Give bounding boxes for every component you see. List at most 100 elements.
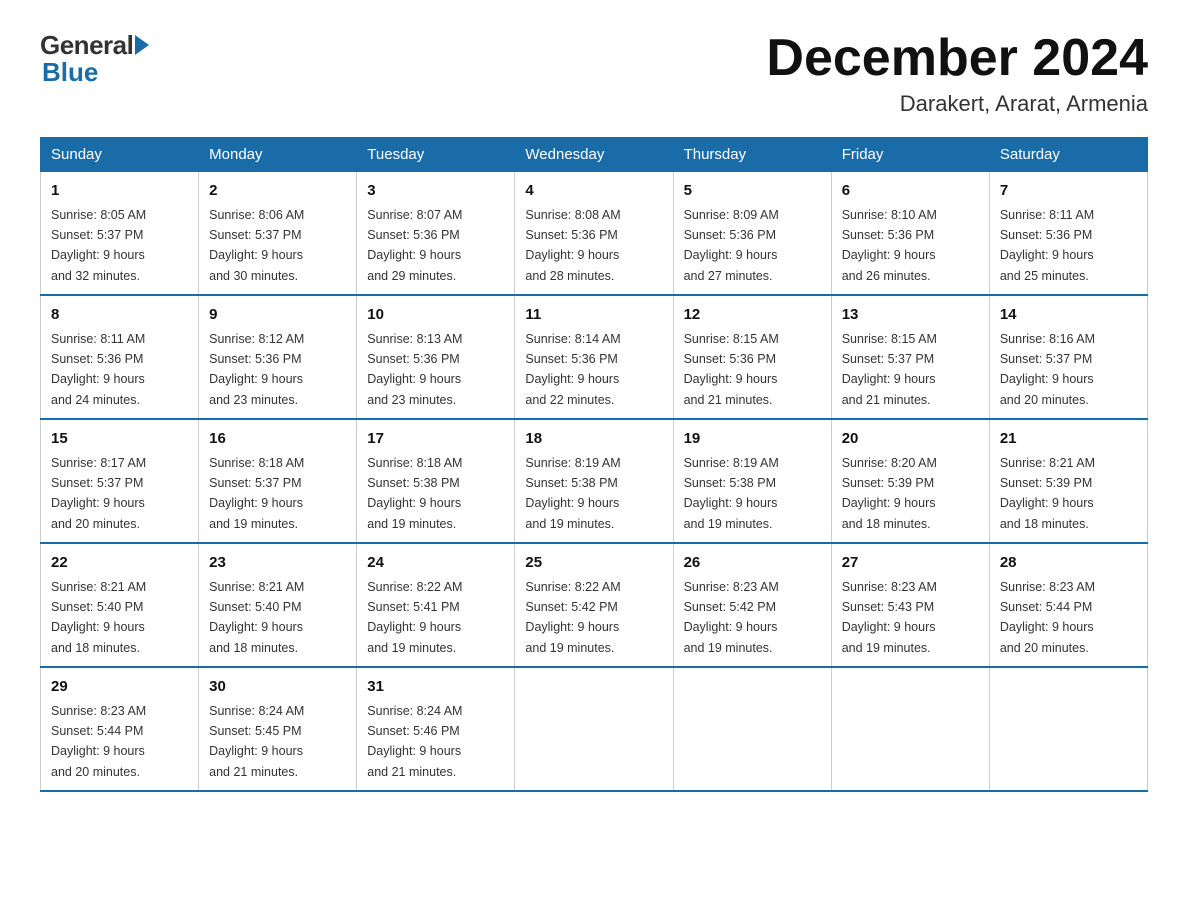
day-number: 19 (684, 428, 821, 451)
day-info: Sunrise: 8:23 AMSunset: 5:44 PMDaylight:… (51, 704, 146, 779)
calendar-week-row: 8 Sunrise: 8:11 AMSunset: 5:36 PMDayligh… (41, 295, 1148, 419)
day-info: Sunrise: 8:12 AMSunset: 5:36 PMDaylight:… (209, 332, 304, 407)
day-number: 25 (525, 552, 662, 575)
calendar-cell: 20 Sunrise: 8:20 AMSunset: 5:39 PMDaylig… (831, 419, 989, 543)
day-info: Sunrise: 8:13 AMSunset: 5:36 PMDaylight:… (367, 332, 462, 407)
day-number: 27 (842, 552, 979, 575)
calendar-cell: 29 Sunrise: 8:23 AMSunset: 5:44 PMDaylig… (41, 667, 199, 791)
day-number: 7 (1000, 180, 1137, 203)
day-info: Sunrise: 8:21 AMSunset: 5:40 PMDaylight:… (51, 580, 146, 655)
day-info: Sunrise: 8:24 AMSunset: 5:46 PMDaylight:… (367, 704, 462, 779)
day-info: Sunrise: 8:14 AMSunset: 5:36 PMDaylight:… (525, 332, 620, 407)
calendar-cell: 26 Sunrise: 8:23 AMSunset: 5:42 PMDaylig… (673, 543, 831, 667)
location-subtitle: Darakert, Ararat, Armenia (766, 91, 1148, 117)
day-info: Sunrise: 8:22 AMSunset: 5:42 PMDaylight:… (525, 580, 620, 655)
calendar-cell: 16 Sunrise: 8:18 AMSunset: 5:37 PMDaylig… (199, 419, 357, 543)
day-info: Sunrise: 8:15 AMSunset: 5:36 PMDaylight:… (684, 332, 779, 407)
calendar-cell: 22 Sunrise: 8:21 AMSunset: 5:40 PMDaylig… (41, 543, 199, 667)
day-number: 9 (209, 304, 346, 327)
logo-arrow-icon (135, 35, 149, 55)
header-wednesday: Wednesday (515, 138, 673, 172)
day-number: 2 (209, 180, 346, 203)
day-info: Sunrise: 8:23 AMSunset: 5:42 PMDaylight:… (684, 580, 779, 655)
calendar-cell: 27 Sunrise: 8:23 AMSunset: 5:43 PMDaylig… (831, 543, 989, 667)
calendar-header-row: SundayMondayTuesdayWednesdayThursdayFrid… (41, 138, 1148, 172)
calendar-cell: 21 Sunrise: 8:21 AMSunset: 5:39 PMDaylig… (989, 419, 1147, 543)
calendar-cell: 28 Sunrise: 8:23 AMSunset: 5:44 PMDaylig… (989, 543, 1147, 667)
calendar-cell: 17 Sunrise: 8:18 AMSunset: 5:38 PMDaylig… (357, 419, 515, 543)
calendar-cell: 15 Sunrise: 8:17 AMSunset: 5:37 PMDaylig… (41, 419, 199, 543)
day-number: 18 (525, 428, 662, 451)
day-info: Sunrise: 8:07 AMSunset: 5:36 PMDaylight:… (367, 208, 462, 283)
day-info: Sunrise: 8:23 AMSunset: 5:44 PMDaylight:… (1000, 580, 1095, 655)
day-number: 21 (1000, 428, 1137, 451)
day-number: 28 (1000, 552, 1137, 575)
calendar-cell: 10 Sunrise: 8:13 AMSunset: 5:36 PMDaylig… (357, 295, 515, 419)
day-info: Sunrise: 8:17 AMSunset: 5:37 PMDaylight:… (51, 456, 146, 531)
calendar-cell: 7 Sunrise: 8:11 AMSunset: 5:36 PMDayligh… (989, 172, 1147, 296)
page-header: General Blue December 2024 Darakert, Ara… (40, 30, 1148, 117)
calendar-cell: 14 Sunrise: 8:16 AMSunset: 5:37 PMDaylig… (989, 295, 1147, 419)
day-info: Sunrise: 8:18 AMSunset: 5:37 PMDaylight:… (209, 456, 304, 531)
day-number: 29 (51, 676, 188, 699)
day-info: Sunrise: 8:24 AMSunset: 5:45 PMDaylight:… (209, 704, 304, 779)
calendar-cell: 25 Sunrise: 8:22 AMSunset: 5:42 PMDaylig… (515, 543, 673, 667)
header-saturday: Saturday (989, 138, 1147, 172)
day-number: 14 (1000, 304, 1137, 327)
calendar-table: SundayMondayTuesdayWednesdayThursdayFrid… (40, 137, 1148, 792)
day-number: 11 (525, 304, 662, 327)
calendar-week-row: 22 Sunrise: 8:21 AMSunset: 5:40 PMDaylig… (41, 543, 1148, 667)
day-info: Sunrise: 8:10 AMSunset: 5:36 PMDaylight:… (842, 208, 937, 283)
day-number: 8 (51, 304, 188, 327)
calendar-cell: 4 Sunrise: 8:08 AMSunset: 5:36 PMDayligh… (515, 172, 673, 296)
day-number: 23 (209, 552, 346, 575)
day-number: 13 (842, 304, 979, 327)
day-info: Sunrise: 8:06 AMSunset: 5:37 PMDaylight:… (209, 208, 304, 283)
calendar-cell: 5 Sunrise: 8:09 AMSunset: 5:36 PMDayligh… (673, 172, 831, 296)
header-friday: Friday (831, 138, 989, 172)
day-info: Sunrise: 8:19 AMSunset: 5:38 PMDaylight:… (525, 456, 620, 531)
header-monday: Monday (199, 138, 357, 172)
day-number: 4 (525, 180, 662, 203)
day-number: 31 (367, 676, 504, 699)
day-info: Sunrise: 8:15 AMSunset: 5:37 PMDaylight:… (842, 332, 937, 407)
day-info: Sunrise: 8:21 AMSunset: 5:40 PMDaylight:… (209, 580, 304, 655)
day-number: 1 (51, 180, 188, 203)
day-info: Sunrise: 8:23 AMSunset: 5:43 PMDaylight:… (842, 580, 937, 655)
calendar-cell (673, 667, 831, 791)
day-number: 22 (51, 552, 188, 575)
header-thursday: Thursday (673, 138, 831, 172)
day-number: 5 (684, 180, 821, 203)
calendar-week-row: 29 Sunrise: 8:23 AMSunset: 5:44 PMDaylig… (41, 667, 1148, 791)
day-number: 20 (842, 428, 979, 451)
day-number: 30 (209, 676, 346, 699)
calendar-cell (989, 667, 1147, 791)
logo-blue-text: Blue (40, 57, 98, 88)
calendar-week-row: 15 Sunrise: 8:17 AMSunset: 5:37 PMDaylig… (41, 419, 1148, 543)
logo: General Blue (40, 30, 149, 88)
day-number: 17 (367, 428, 504, 451)
calendar-cell: 9 Sunrise: 8:12 AMSunset: 5:36 PMDayligh… (199, 295, 357, 419)
calendar-cell: 12 Sunrise: 8:15 AMSunset: 5:36 PMDaylig… (673, 295, 831, 419)
calendar-cell (831, 667, 989, 791)
calendar-cell: 30 Sunrise: 8:24 AMSunset: 5:45 PMDaylig… (199, 667, 357, 791)
calendar-cell: 11 Sunrise: 8:14 AMSunset: 5:36 PMDaylig… (515, 295, 673, 419)
day-info: Sunrise: 8:20 AMSunset: 5:39 PMDaylight:… (842, 456, 937, 531)
calendar-cell: 3 Sunrise: 8:07 AMSunset: 5:36 PMDayligh… (357, 172, 515, 296)
header-sunday: Sunday (41, 138, 199, 172)
calendar-cell: 8 Sunrise: 8:11 AMSunset: 5:36 PMDayligh… (41, 295, 199, 419)
calendar-cell: 6 Sunrise: 8:10 AMSunset: 5:36 PMDayligh… (831, 172, 989, 296)
calendar-cell: 18 Sunrise: 8:19 AMSunset: 5:38 PMDaylig… (515, 419, 673, 543)
day-info: Sunrise: 8:11 AMSunset: 5:36 PMDaylight:… (1000, 208, 1094, 283)
day-number: 24 (367, 552, 504, 575)
day-info: Sunrise: 8:05 AMSunset: 5:37 PMDaylight:… (51, 208, 146, 283)
calendar-cell: 13 Sunrise: 8:15 AMSunset: 5:37 PMDaylig… (831, 295, 989, 419)
day-info: Sunrise: 8:16 AMSunset: 5:37 PMDaylight:… (1000, 332, 1095, 407)
calendar-cell: 1 Sunrise: 8:05 AMSunset: 5:37 PMDayligh… (41, 172, 199, 296)
day-info: Sunrise: 8:19 AMSunset: 5:38 PMDaylight:… (684, 456, 779, 531)
day-info: Sunrise: 8:11 AMSunset: 5:36 PMDaylight:… (51, 332, 145, 407)
day-info: Sunrise: 8:22 AMSunset: 5:41 PMDaylight:… (367, 580, 462, 655)
day-number: 26 (684, 552, 821, 575)
header-tuesday: Tuesday (357, 138, 515, 172)
calendar-cell: 31 Sunrise: 8:24 AMSunset: 5:46 PMDaylig… (357, 667, 515, 791)
